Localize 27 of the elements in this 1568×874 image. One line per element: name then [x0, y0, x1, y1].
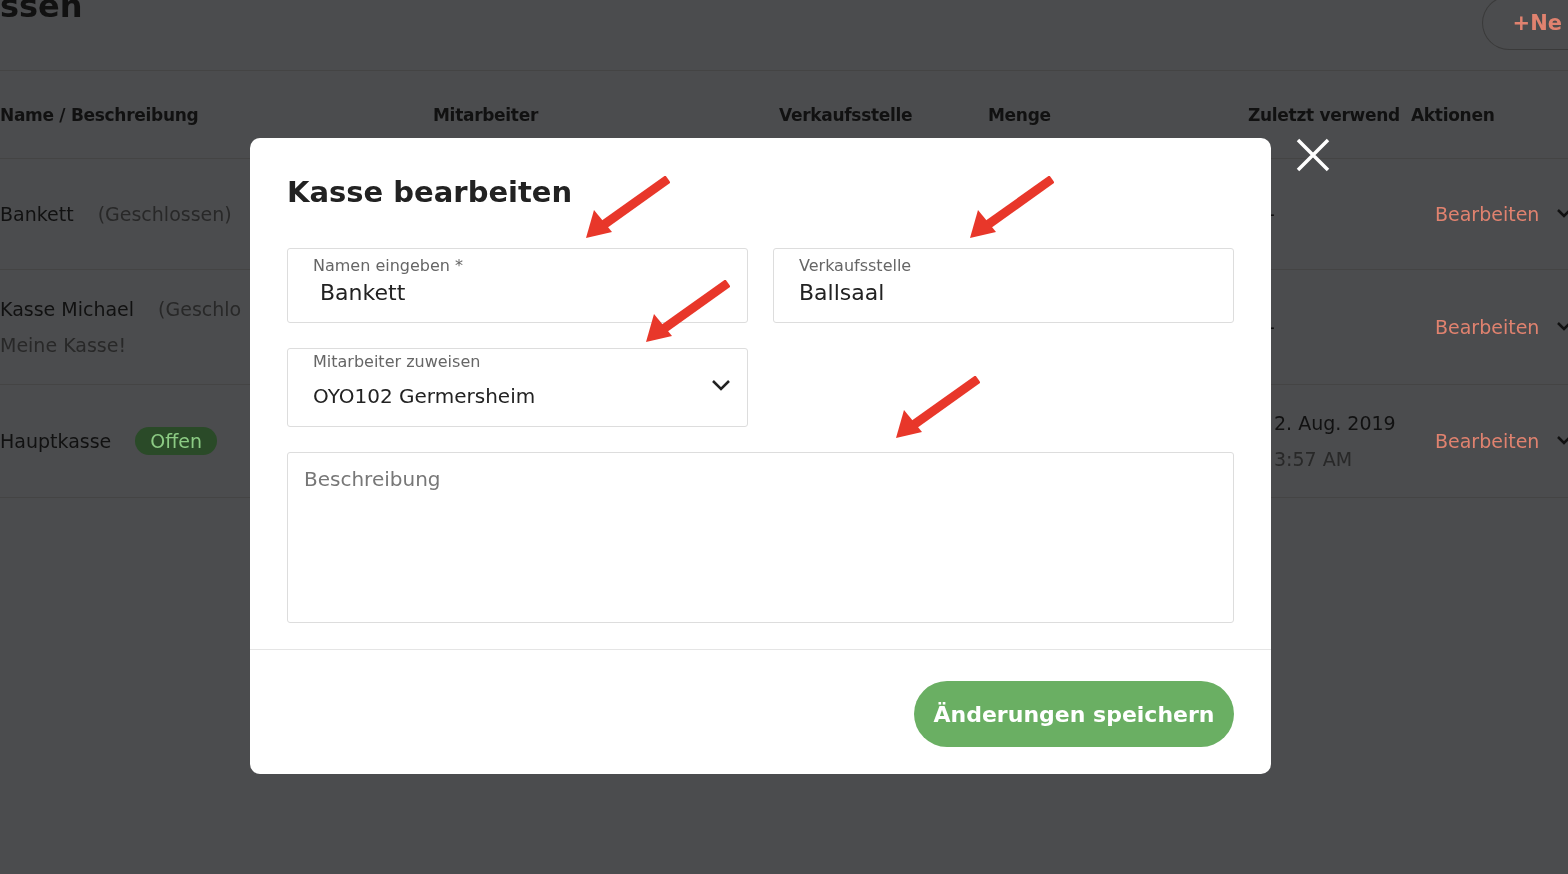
close-icon[interactable] [1296, 138, 1330, 172]
edit-link[interactable]: Bearbeiten [1435, 316, 1568, 338]
description-field[interactable]: Beschreibung [287, 452, 1234, 623]
new-button[interactable]: +Ne [1481, 0, 1568, 50]
staff-select[interactable]: Mitarbeiter zuweisen OYO102 Germersheim [287, 348, 748, 427]
column-header: Aktionen [1411, 71, 1568, 159]
status-badge: Offen [135, 427, 218, 455]
last-used-text: 2. Aug. 2019 [1274, 412, 1397, 434]
save-button[interactable]: Änderungen speichern [914, 681, 1234, 747]
field-value: Bankett [319, 280, 406, 305]
edit-link[interactable]: Bearbeiten [1435, 430, 1568, 452]
chevron-down-icon [1557, 209, 1568, 219]
field-value: OYO102 Germersheim [313, 384, 536, 408]
name-field[interactable]: Namen eingeben * Bankett [287, 248, 748, 323]
field-label: Namen eingeben * [313, 256, 465, 276]
chevron-down-icon [1557, 322, 1568, 332]
field-label: Verkaufsstelle [799, 256, 913, 276]
register-name: Hauptkasse [0, 430, 112, 452]
edit-link[interactable]: Bearbeiten [1435, 203, 1568, 225]
field-label: Mitarbeiter zuweisen [313, 352, 482, 372]
register-name: Bankett [0, 203, 74, 225]
chevron-down-icon [711, 379, 731, 391]
dialog-title: Kasse bearbeiten [287, 174, 573, 210]
field-value: Ballsaal [799, 280, 885, 305]
outlet-field[interactable]: Verkaufsstelle Ballsaal [773, 248, 1234, 323]
register-name: Kasse Michael [0, 298, 135, 320]
chevron-down-icon [1557, 436, 1568, 446]
